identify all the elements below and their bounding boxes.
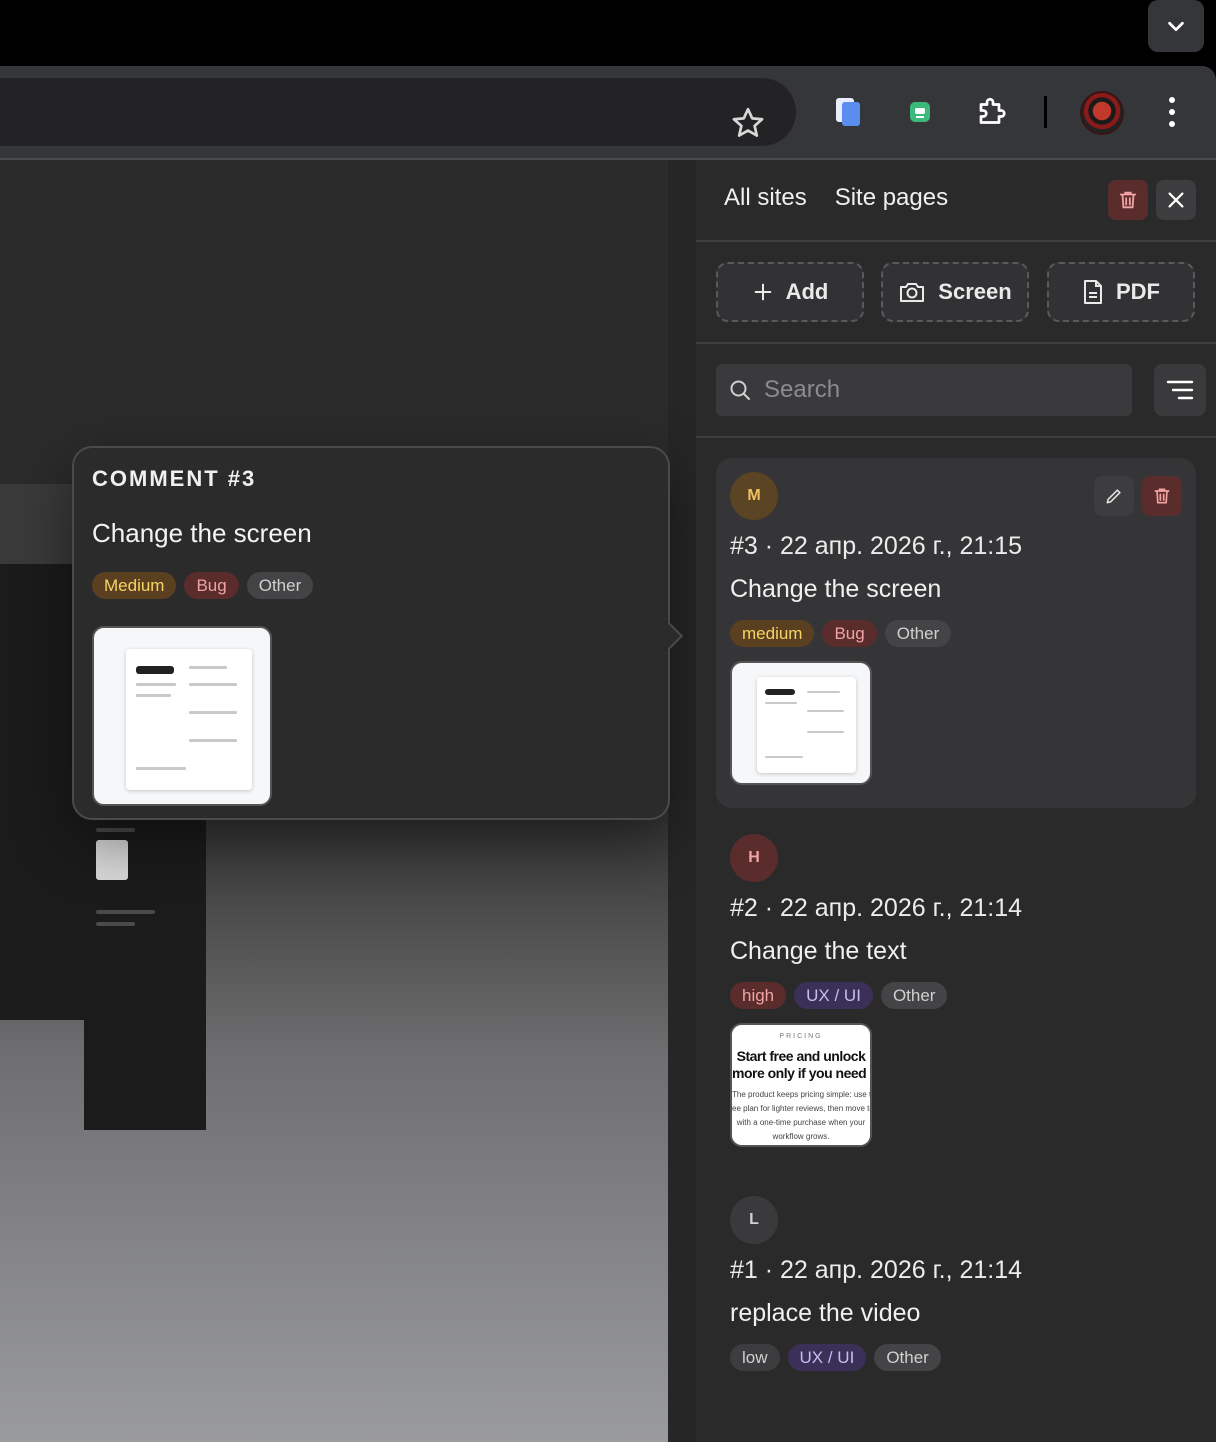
tab-search-button[interactable]	[1148, 0, 1204, 52]
screen-capture-button[interactable]: Screen	[881, 262, 1029, 322]
comment-card[interactable]: H #2 · 22 апр. 2026 г., 21:14 Change the…	[716, 820, 1196, 1170]
screen-label: Screen	[938, 279, 1012, 304]
close-icon	[1168, 192, 1184, 208]
tab-site-pages[interactable]: Site pages	[835, 184, 948, 212]
header-divider	[696, 240, 1216, 242]
comment-popover: COMMENT #3 Change the screen Medium Bug …	[72, 446, 684, 820]
comment-meta: #3 · 22 апр. 2026 г., 21:15	[730, 532, 1023, 560]
comment-card[interactable]: M #3 · 22 апр. 2026 г., 21:15 Change the…	[716, 458, 1196, 808]
delete-comment-button[interactable]	[1142, 476, 1182, 516]
comment-text: Change the text	[730, 937, 907, 965]
browser-toolbar	[0, 66, 1216, 160]
popover-screenshot-thumbnail[interactable]	[92, 626, 272, 806]
comment-meta: #1 · 22 апр. 2026 г., 21:14	[730, 1256, 1023, 1284]
chevron-down-icon	[1168, 21, 1184, 32]
preview-body: The product keeps pricing simple: use th	[732, 1090, 872, 1099]
clipboard-extension-icon[interactable]	[828, 92, 868, 132]
search-icon	[730, 380, 750, 400]
popover-tags: Medium Bug Other	[92, 572, 314, 599]
preview-title: Start free and unlock	[736, 1048, 866, 1064]
add-label: Add	[785, 279, 829, 304]
comment-tags: high UX / UI Other	[730, 982, 1182, 1009]
puzzle-extensions-icon[interactable]	[973, 92, 1013, 132]
search-field[interactable]	[716, 364, 1132, 416]
tag-category: Other	[880, 982, 948, 1009]
chat-extension-icon[interactable]	[900, 92, 940, 132]
page-edge	[668, 160, 696, 1442]
document-icon	[1084, 280, 1102, 304]
export-pdf-button[interactable]: PDF	[1047, 262, 1195, 322]
edit-comment-button[interactable]	[1094, 476, 1134, 516]
search-divider	[696, 436, 1216, 438]
profile-avatar[interactable]	[1080, 91, 1124, 135]
filter-button[interactable]	[1154, 364, 1206, 416]
tag-type: UX / UI	[787, 1344, 867, 1371]
comment-card[interactable]: L #1 · 22 апр. 2026 г., 21:14 replace th…	[716, 1182, 1196, 1412]
tag-type: Bug	[184, 572, 239, 599]
comment-screenshot-thumbnail[interactable]	[730, 661, 872, 785]
comment-tags: low UX / UI Other	[730, 1344, 1182, 1371]
tag-category: Other	[874, 1344, 941, 1371]
trash-icon	[1119, 191, 1137, 209]
tag-priority: Medium	[92, 572, 177, 599]
tag-category: Other	[884, 620, 952, 647]
avatar-initial: L	[749, 1211, 759, 1228]
comment-text: replace the video	[730, 1299, 921, 1327]
comment-text: Change the screen	[730, 575, 942, 603]
address-bar[interactable]	[0, 78, 796, 146]
tag-priority: medium	[730, 620, 815, 647]
preview-body: ee plan for lighter reviews, then move t…	[732, 1104, 872, 1113]
preview-body: workflow grows.	[772, 1132, 830, 1141]
pdf-label: PDF	[1116, 279, 1160, 304]
trash-icon	[1154, 488, 1170, 504]
comments-side-panel: All sites Site pages Add Screen PDF M	[696, 160, 1216, 1442]
comment-avatar: M	[730, 472, 778, 520]
filter-lines-icon	[1166, 380, 1194, 400]
browser-titlebar	[0, 0, 1216, 66]
comment-avatar: L	[730, 1196, 778, 1244]
comment-meta: #2 · 22 апр. 2026 г., 21:14	[730, 894, 1023, 922]
pricing-preview: PRICING Start free and unlock more only …	[732, 1025, 870, 1145]
tag-type: Bug	[822, 620, 877, 647]
bookmark-star-icon[interactable]	[730, 105, 766, 141]
toolbar-divider	[1044, 96, 1047, 128]
panel-tabs: All sites Site pages	[724, 184, 948, 212]
pencil-icon	[1106, 489, 1121, 504]
preview-title: more only if you need i	[732, 1065, 872, 1081]
popover-comment-text: Change the screen	[92, 518, 312, 548]
tag-category: Other	[246, 572, 314, 599]
comment-screenshot-thumbnail[interactable]: PRICING Start free and unlock more only …	[730, 1023, 872, 1147]
comment-actions	[1094, 476, 1182, 516]
search-input[interactable]	[762, 375, 1106, 405]
page-embedded-list	[84, 800, 206, 1130]
tag-priority: high	[730, 982, 787, 1009]
camera-icon	[900, 283, 925, 302]
avatar-initial: M	[747, 487, 761, 504]
comment-avatar: H	[730, 834, 778, 882]
popover-label: COMMENT #3	[92, 466, 257, 491]
plus-icon	[754, 283, 771, 301]
comment-tags: medium Bug Other	[730, 620, 1182, 647]
delete-all-button[interactable]	[1108, 180, 1148, 220]
tag-type: UX / UI	[794, 982, 873, 1009]
tab-all-sites[interactable]: All sites	[724, 184, 807, 212]
actions-divider	[696, 342, 1216, 344]
close-panel-button[interactable]	[1156, 180, 1196, 220]
preview-body: with a one-time purchase when your	[736, 1118, 866, 1127]
preview-label: PRICING	[779, 1033, 823, 1040]
kebab-menu-icon[interactable]	[1152, 92, 1192, 132]
avatar-initial: H	[748, 849, 760, 866]
tag-priority: low	[730, 1344, 780, 1371]
add-comment-button[interactable]: Add	[716, 262, 864, 322]
